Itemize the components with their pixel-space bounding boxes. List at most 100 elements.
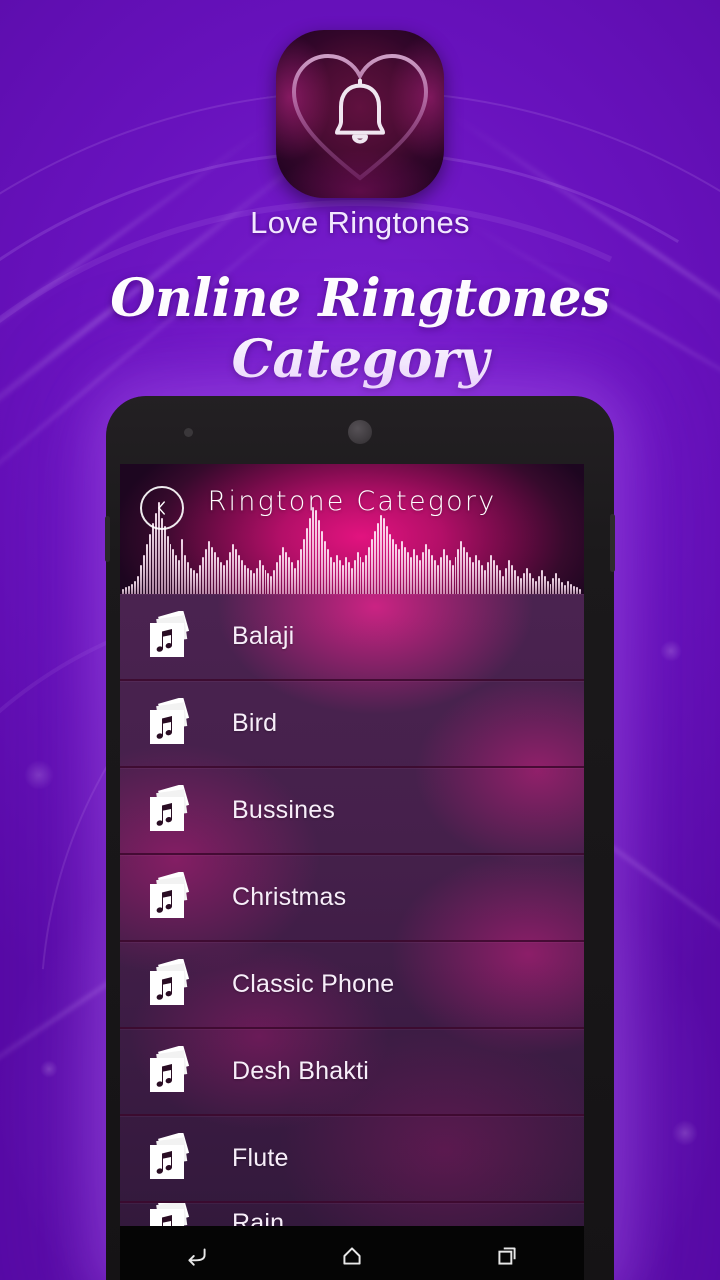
equalizer-bar: [549, 583, 552, 594]
equalizer-bar: [561, 582, 564, 594]
list-item-label: Classic Phone: [232, 970, 395, 998]
promo-tagline: Online Ringtones Category: [110, 268, 610, 390]
equalizer-bar: [228, 551, 231, 594]
ringtone-category-list[interactable]: Balaji Bird Bussines Christmas Classic Phone…: [120, 594, 584, 1226]
list-item[interactable]: Classic Phone: [120, 942, 584, 1029]
equalizer-bar: [199, 565, 202, 594]
phone-mockup: Ringtone Category Balaji Bird Bussines Chri…: [105, 396, 615, 1280]
phone-side-button-right: [610, 514, 615, 572]
back-arrow-glyph: [188, 1248, 206, 1266]
equalizer-bar: [231, 544, 234, 594]
equalizer-bar: [507, 559, 510, 594]
music-note-card-icon: [144, 957, 198, 1011]
list-item[interactable]: Flute: [120, 1116, 584, 1203]
equalizer-bar: [178, 559, 181, 594]
equalizer-bar: [487, 562, 490, 594]
equalizer-bar: [350, 567, 353, 594]
list-item[interactable]: Rain: [120, 1203, 584, 1226]
recents-glyph: [498, 1247, 516, 1265]
music-note-card-icon: [144, 1203, 198, 1226]
android-recents-icon[interactable]: [490, 1239, 524, 1273]
equalizer-bar: [457, 549, 460, 594]
equalizer-bar: [151, 523, 154, 594]
equalizer-bar: [163, 525, 166, 594]
music-note-card-icon: [144, 609, 198, 663]
equalizer-bar: [395, 544, 398, 594]
android-home-icon[interactable]: [335, 1239, 369, 1273]
equalizer-bar: [570, 583, 573, 594]
equalizer-bar: [202, 557, 205, 594]
music-note-card-icon: [144, 1131, 198, 1185]
equalizer-bar: [546, 580, 549, 594]
equalizer-bar: [368, 546, 371, 594]
equalizer-bar: [466, 551, 469, 594]
equalizer-bar: [454, 557, 457, 594]
list-item-label: Desh Bhakti: [232, 1057, 369, 1085]
equalizer-bar: [418, 559, 421, 594]
app-bar: Ringtone Category: [120, 464, 584, 594]
equalizer-bar: [225, 559, 228, 594]
equalizer-bar: [451, 565, 454, 594]
app-icon-container: [276, 30, 444, 198]
front-camera-icon: [348, 420, 372, 444]
equalizer-bar: [208, 541, 211, 594]
equalizer-bar: [270, 575, 273, 594]
equalizer-bar: [404, 546, 406, 594]
equalizer-bar: [558, 578, 561, 594]
equalizer-bar: [510, 565, 513, 594]
equalizer-bar: [142, 554, 145, 594]
equalizer-bar: [139, 565, 142, 594]
app-icon: [276, 30, 444, 198]
equalizer-bar: [469, 557, 472, 594]
list-item[interactable]: Christmas: [120, 855, 584, 942]
list-item-label: Rain: [232, 1208, 285, 1227]
list-item[interactable]: Desh Bhakti: [120, 1029, 584, 1116]
equalizer-bar: [392, 538, 395, 594]
equalizer-bar: [222, 565, 225, 594]
equalizer-bar: [344, 557, 347, 594]
equalizer-bar: [412, 549, 415, 594]
list-item[interactable]: Bird: [120, 681, 584, 768]
equalizer-bar: [341, 565, 344, 594]
equalizer-bar: [353, 559, 356, 594]
equalizer-bar: [291, 562, 294, 594]
equalizer-bar: [401, 541, 404, 594]
equalizer-bar: [145, 544, 148, 594]
equalizer-bar: [317, 520, 320, 594]
equalizer-bar: [371, 538, 374, 594]
equalizer-bar: [187, 562, 190, 594]
equalizer-bar: [181, 538, 184, 594]
equalizer-bar: [148, 533, 151, 594]
equalizer-bar: [258, 559, 261, 594]
equalizer-bar: [261, 565, 264, 594]
equalizer-bar: [234, 549, 237, 594]
equalizer-bar: [493, 559, 496, 594]
equalizer-bar: [211, 546, 214, 594]
android-navigation-bar: [120, 1226, 584, 1280]
equalizer-bar: [439, 557, 442, 594]
equalizer-bar: [573, 586, 576, 594]
list-item[interactable]: Balaji: [120, 594, 584, 681]
home-glyph: [343, 1247, 361, 1265]
equalizer-bar: [499, 570, 501, 594]
list-item[interactable]: Bussines: [120, 768, 584, 855]
equalizer-bar: [463, 546, 466, 594]
equalizer-bar: [564, 584, 567, 594]
equalizer-bar: [323, 541, 326, 594]
equalizer-bar: [534, 580, 537, 594]
equalizer-bar: [326, 549, 329, 594]
equalizer-bar: [540, 570, 543, 594]
equalizer-bar: [294, 567, 297, 594]
equalizer-bar: [264, 570, 267, 594]
equalizer-bar: [267, 572, 270, 594]
equalizer-bar: [380, 515, 383, 594]
equalizer-bar: [445, 554, 448, 594]
background-bokeh: [40, 1060, 58, 1078]
music-note-card-icon: [144, 783, 198, 837]
equalizer-bar: [338, 559, 341, 594]
list-item-label: Bird: [232, 709, 278, 737]
equalizer-bar: [398, 549, 401, 594]
android-back-icon[interactable]: [180, 1239, 214, 1273]
equalizer-bar: [196, 572, 199, 594]
equalizer-bar: [377, 523, 380, 594]
